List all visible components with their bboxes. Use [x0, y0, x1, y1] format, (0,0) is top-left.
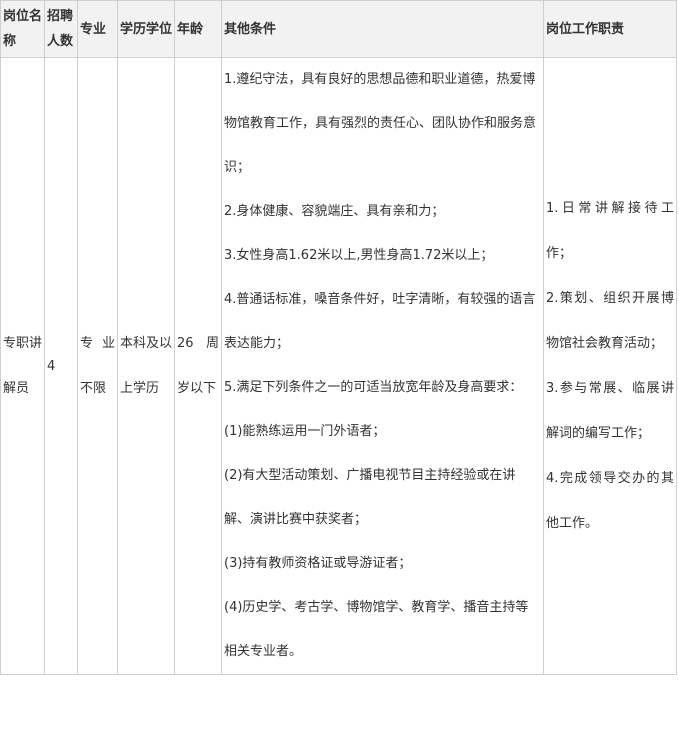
condition-item: 3.女性身高1.62米以上,男性身高1.72米以上； [224, 248, 494, 263]
condition-item: 5.满足下列条件之一的可适当放宽年龄及身高要求： [224, 380, 523, 395]
header-row: 岗位名称 招聘人数 专业 学历学位 年龄 其他条件 岗位工作职责 [0, 0, 677, 58]
duty-item: 2.策划、组织开展博物馆社会教育活动； [546, 291, 674, 351]
condition-item: (4)历史学、考古学、博物馆学、教育学、播音主持等相关专业者。 [224, 600, 529, 659]
header-major: 专业 [77, 0, 118, 58]
header-duties: 岗位工作职责 [543, 0, 677, 58]
header-education: 学历学位 [117, 0, 175, 58]
condition-item: 1.遵纪守法，具有良好的思想品德和职业道德，热爱博物馆教育工作，具有强烈的责任心… [224, 72, 537, 175]
condition-item: (1)能熟练运用一门外语者； [224, 424, 386, 439]
condition-item: 4.普通话标准，嗓音条件好，吐字清晰，有较强的语言表达能力； [224, 292, 536, 351]
cell-education: 本科及以上学历 [117, 57, 175, 675]
condition-item: 2.身体健康、容貌端庄、具有亲和力； [224, 204, 445, 219]
cell-other-conditions: 1.遵纪守法，具有良好的思想品德和职业道德，热爱博物馆教育工作，具有强烈的责任心… [221, 57, 544, 675]
header-other-conditions: 其他条件 [221, 0, 544, 58]
duty-item: 1.日常讲解接待工作； [546, 201, 674, 261]
header-age: 年龄 [174, 0, 222, 58]
cell-age: 26周岁以下 [174, 57, 222, 675]
header-position-name: 岗位名称 [0, 0, 45, 58]
header-recruit-count: 招聘人数 [44, 0, 78, 58]
cell-duties: 1.日常讲解接待工作； 2.策划、组织开展博物馆社会教育活动； 3.参与常展、临… [543, 57, 677, 675]
condition-item: (2)有大型活动策划、广播电视节目主持经验或在讲解、演讲比赛中获奖者； [224, 468, 516, 527]
condition-item: (3)持有教师资格证或导游证者； [224, 556, 412, 571]
cell-major: 专业不限 [77, 57, 118, 675]
duty-item: 4.完成领导交办的其他工作。 [546, 471, 674, 531]
table-row: 专职讲解员 4 专业不限 本科及以上学历 26周岁以下 1.遵纪守法，具有良好的… [0, 57, 677, 675]
cell-position-name: 专职讲解员 [0, 57, 45, 675]
duty-item: 3.参与常展、临展讲解词的编写工作； [546, 381, 674, 441]
cell-recruit-count: 4 [44, 57, 78, 675]
recruitment-table: 岗位名称 招聘人数 专业 学历学位 年龄 其他条件 岗位工作职责 专职讲解员 4… [0, 0, 677, 675]
